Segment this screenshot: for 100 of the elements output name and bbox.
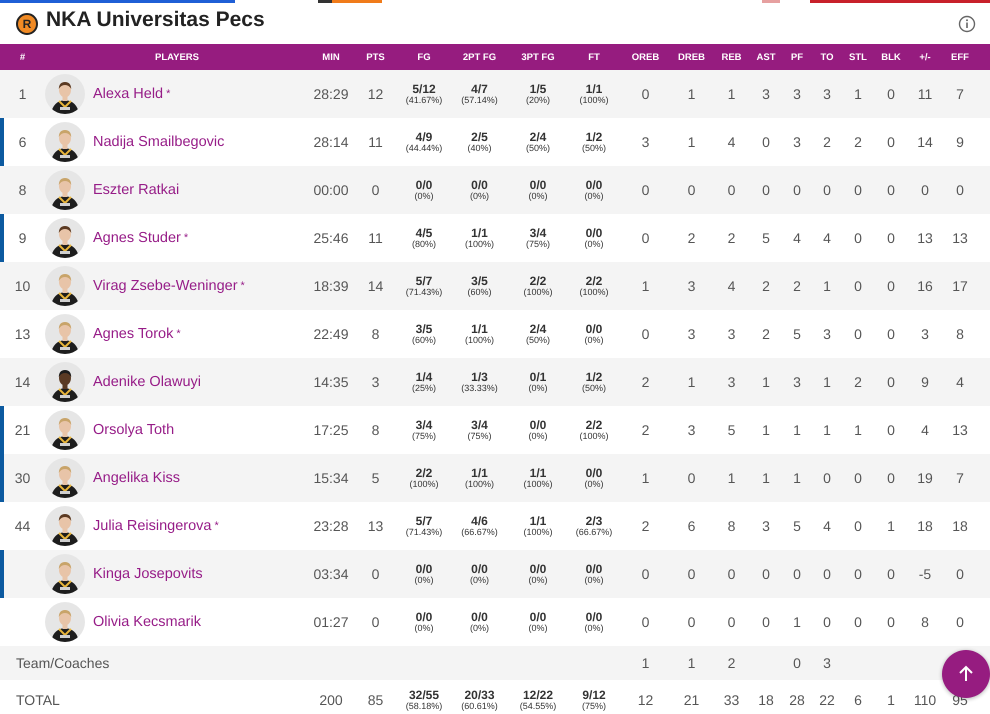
stat-value: 18 [952,518,968,534]
percentage-text: (80%) [412,240,436,250]
percentage-text: (100%) [523,528,552,538]
jersey-number: 21 [14,422,30,438]
percentage-text: (50%) [526,144,550,154]
stat-value: 110 [914,692,936,708]
stat-value: 3 [823,326,831,342]
ratio-text: 0/0 [586,610,602,624]
percentage-text: (57.14%) [461,96,498,106]
stat-value: 3 [793,374,801,390]
ratio-text: 0/0 [586,322,602,336]
stat-value: 0 [823,614,831,630]
stat-value: 1 [688,86,696,102]
ratio-text: 2/2 [586,418,602,432]
stat-value: 2 [728,655,736,671]
stat-value: 0 [793,566,801,582]
player-name-link[interactable]: Agnes Torok [93,326,174,342]
info-icon[interactable] [958,15,976,33]
stat-value: 16 [917,278,933,294]
percentage-text: (60.61%) [461,702,498,712]
percentage-text: (100%) [523,288,552,298]
ratio-text: 1/1 [530,466,546,480]
stat-value: 12 [638,692,654,708]
minutes-text: 28:29 [313,86,349,102]
ratio-text: 2/5 [471,130,488,144]
minutes-text: 15:34 [313,470,349,486]
stat-value: 2 [642,518,650,534]
percentage-text: (41.67%) [406,96,442,106]
ratio-text: 1/3 [471,370,488,384]
stat-value: 3 [793,134,801,150]
stat-value: 0 [728,182,736,198]
stat-value: 0 [688,614,696,630]
player-name-link[interactable]: Alexa Held [93,86,164,102]
stat-value: 1 [688,374,696,390]
player-name-link[interactable]: Orsolya Toth [93,422,174,438]
stat-value: 0 [688,182,696,198]
ratio-text: 0/0 [530,178,546,192]
stat-value: 9 [956,134,964,150]
ratio-text: 5/12 [412,82,436,96]
stat-value: 0 [688,566,696,582]
ratio-text: 3/4 [416,418,432,432]
ratio-text: 32/55 [408,688,440,702]
ratio-text: 0/0 [471,178,488,192]
player-name-link[interactable]: Adenike Olawuyi [93,374,201,390]
player-name-link[interactable]: Kinga Josepovits [93,566,203,582]
minutes-text: 28:14 [313,134,349,150]
stat-value: 0 [887,134,895,150]
points-text: 85 [368,692,384,708]
minutes-text: 23:28 [313,518,349,534]
player-name-link[interactable]: Angelika Kiss [93,470,180,486]
stat-value: 21 [684,692,700,708]
stat-value: 4 [956,374,964,390]
percentage-text: (0%) [584,336,604,346]
column-header: OREB [632,52,660,62]
player-name-link[interactable]: Virag Zsebe-Weninger [93,278,238,294]
stat-value: 0 [823,182,831,198]
stat-value: 4 [728,278,736,294]
percentage-text: (0%) [470,624,489,634]
stat-value: 0 [793,182,801,198]
jersey-number: 10 [14,278,30,294]
percentage-text: (0%) [414,192,434,202]
stat-value: 6 [854,692,862,708]
ratio-text: 0/0 [471,610,488,624]
player-name-link[interactable]: Nadija Smailbegovic [93,134,224,150]
starter-mark: * [214,520,219,532]
ratio-text: 2/4 [530,322,546,336]
percentage-text: (100%) [579,432,608,442]
player-name-link[interactable]: Eszter Ratkai [93,182,180,198]
percentage-text: (58.18%) [406,702,442,712]
stat-value: 17 [952,278,968,294]
ratio-text: 0/0 [530,610,546,624]
stat-value: 8 [921,614,929,630]
column-header: 2PT FG [462,52,496,62]
ratio-text: 0/0 [530,418,546,432]
points-text: 5 [372,470,380,486]
stat-value: 0 [642,86,650,102]
minutes-text: 200 [319,692,343,708]
percentage-text: (50%) [582,384,606,394]
stat-value: 18 [917,518,933,534]
player-name-link[interactable]: Julia Reisingerova [93,518,212,534]
stat-value: 11 [918,86,932,102]
percentage-text: (0%) [528,384,548,394]
stat-value: 0 [854,230,862,246]
stat-value: 1 [642,278,650,294]
column-header: PLAYERS [155,52,199,62]
ratio-text: 4/7 [471,82,488,96]
stat-value: 0 [823,470,831,486]
player-name-link[interactable]: Olivia Kecsmarik [93,614,201,630]
percentage-text: (20%) [526,96,550,106]
minutes-text: 17:25 [313,422,349,438]
ratio-text: 5/7 [416,274,432,288]
minutes-text: 00:00 [313,182,349,198]
player-name-link[interactable]: Agnes Studer [93,230,181,246]
percentage-text: (33.33%) [461,384,498,394]
points-text: 11 [368,134,383,150]
stat-value: 0 [642,326,650,342]
stat-value: 1 [823,374,831,390]
percentage-text: (100%) [523,480,552,490]
stat-value: 0 [688,470,696,486]
ratio-text: 2/2 [416,466,432,480]
